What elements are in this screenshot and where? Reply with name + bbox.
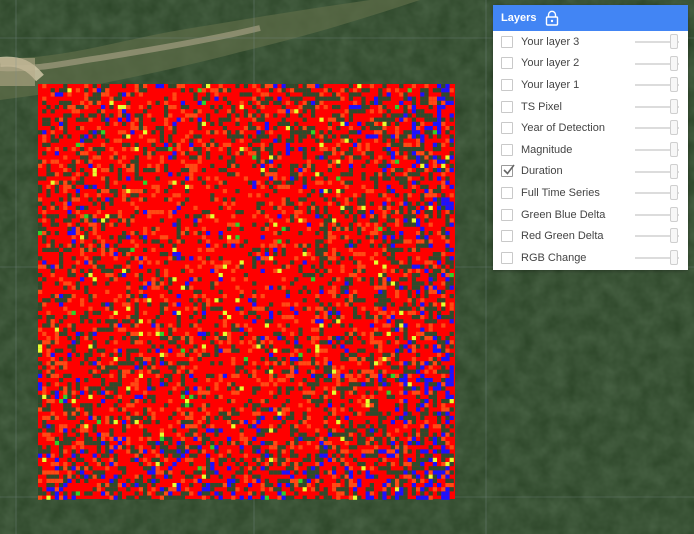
- layer-row[interactable]: Green Blue Delta: [493, 204, 688, 226]
- layers-panel-header: Layers: [493, 5, 688, 31]
- layer-checkbox[interactable]: [501, 251, 513, 264]
- layer-checkbox[interactable]: [501, 208, 513, 221]
- layer-row[interactable]: Your layer 2: [493, 53, 688, 75]
- opacity-slider-thumb[interactable]: [670, 77, 678, 93]
- opacity-slider-thumb[interactable]: [670, 228, 678, 244]
- layer-row[interactable]: TS Pixel: [493, 96, 688, 118]
- layer-row[interactable]: Magnitude: [493, 139, 688, 161]
- opacity-slider-thumb[interactable]: [670, 206, 678, 222]
- layer-checkbox[interactable]: [501, 230, 513, 243]
- layer-row[interactable]: Full Time Series: [493, 182, 688, 204]
- lock-icon[interactable]: [545, 10, 559, 26]
- layer-checkbox[interactable]: [501, 57, 513, 70]
- opacity-slider-thumb[interactable]: [670, 120, 678, 136]
- layer-row[interactable]: Your layer 3: [493, 31, 688, 53]
- layer-checkbox[interactable]: [501, 100, 513, 113]
- layer-row[interactable]: RGB Change: [493, 247, 688, 269]
- layers-panel-title: Layers: [501, 12, 537, 24]
- layer-checkbox[interactable]: [501, 186, 513, 199]
- layer-row[interactable]: Year of Detection: [493, 117, 688, 139]
- layer-row[interactable]: Duration: [493, 161, 688, 183]
- layers-panel: Layers Your layer 3 Your layer 2 Your laye…: [493, 5, 688, 270]
- layer-checkbox[interactable]: [501, 122, 513, 135]
- layer-checkbox[interactable]: [501, 143, 513, 156]
- layer-row[interactable]: Red Green Delta: [493, 225, 688, 247]
- checkmark-icon: [503, 164, 515, 176]
- layer-list: Your layer 3 Your layer 2 Your layer 1 TS P…: [493, 31, 688, 269]
- opacity-slider-thumb[interactable]: [670, 98, 678, 114]
- layer-checkbox[interactable]: [501, 35, 513, 48]
- opacity-slider-thumb[interactable]: [670, 249, 678, 265]
- opacity-slider-thumb[interactable]: [670, 34, 678, 49]
- opacity-slider-thumb[interactable]: [670, 185, 678, 201]
- layer-checkbox[interactable]: [501, 78, 513, 91]
- layer-row[interactable]: Your layer 1: [493, 74, 688, 96]
- opacity-slider-thumb[interactable]: [670, 163, 678, 179]
- layer-checkbox[interactable]: [501, 164, 515, 178]
- opacity-slider-thumb[interactable]: [670, 55, 678, 71]
- opacity-slider-thumb[interactable]: [670, 141, 678, 157]
- duration-layer-overlay: [38, 84, 455, 500]
